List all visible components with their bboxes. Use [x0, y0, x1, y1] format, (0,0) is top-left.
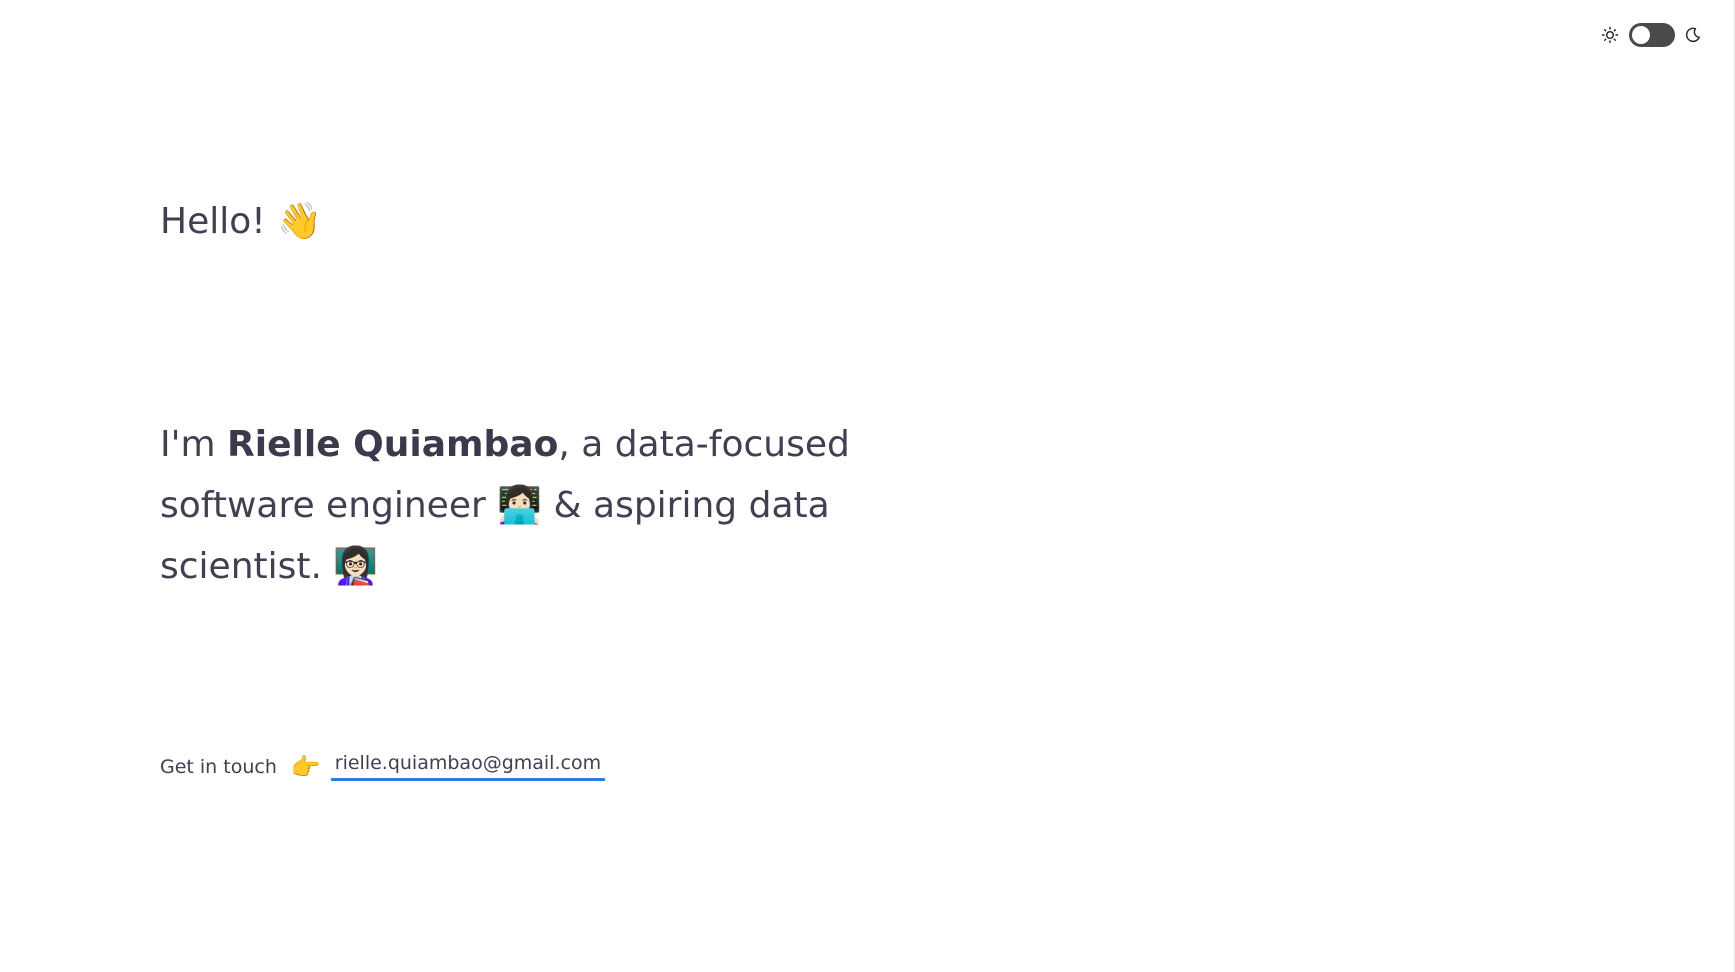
waving-hand-icon: 👋: [277, 201, 322, 242]
woman-technologist-icon: 👩🏻‍💻: [497, 485, 543, 526]
contact-label: Get in touch: [160, 755, 277, 778]
email-link[interactable]: rielle.quiambao@gmail.com: [330, 752, 606, 781]
pointing-hand-icon: 👉: [290, 752, 321, 781]
intro-prefix: I'm: [160, 424, 228, 465]
sun-icon: [1601, 26, 1619, 44]
author-name: Rielle Quiambao: [227, 424, 559, 465]
intro-paragraph: I'm Rielle Quiambao, a data-focused soft…: [160, 414, 860, 597]
greeting-heading: Hello! 👋: [160, 198, 322, 246]
toggle-knob: [1632, 26, 1650, 44]
greeting-text: Hello!: [160, 201, 266, 242]
dark-mode-toggle[interactable]: [1629, 23, 1675, 47]
contact-row: Get in touch 👉 rielle.quiambao@gmail.com: [160, 752, 606, 781]
woman-teacher-icon: 👩🏻‍🏫: [333, 546, 379, 587]
moon-icon: [1685, 27, 1701, 43]
theme-switch: [1601, 23, 1701, 47]
